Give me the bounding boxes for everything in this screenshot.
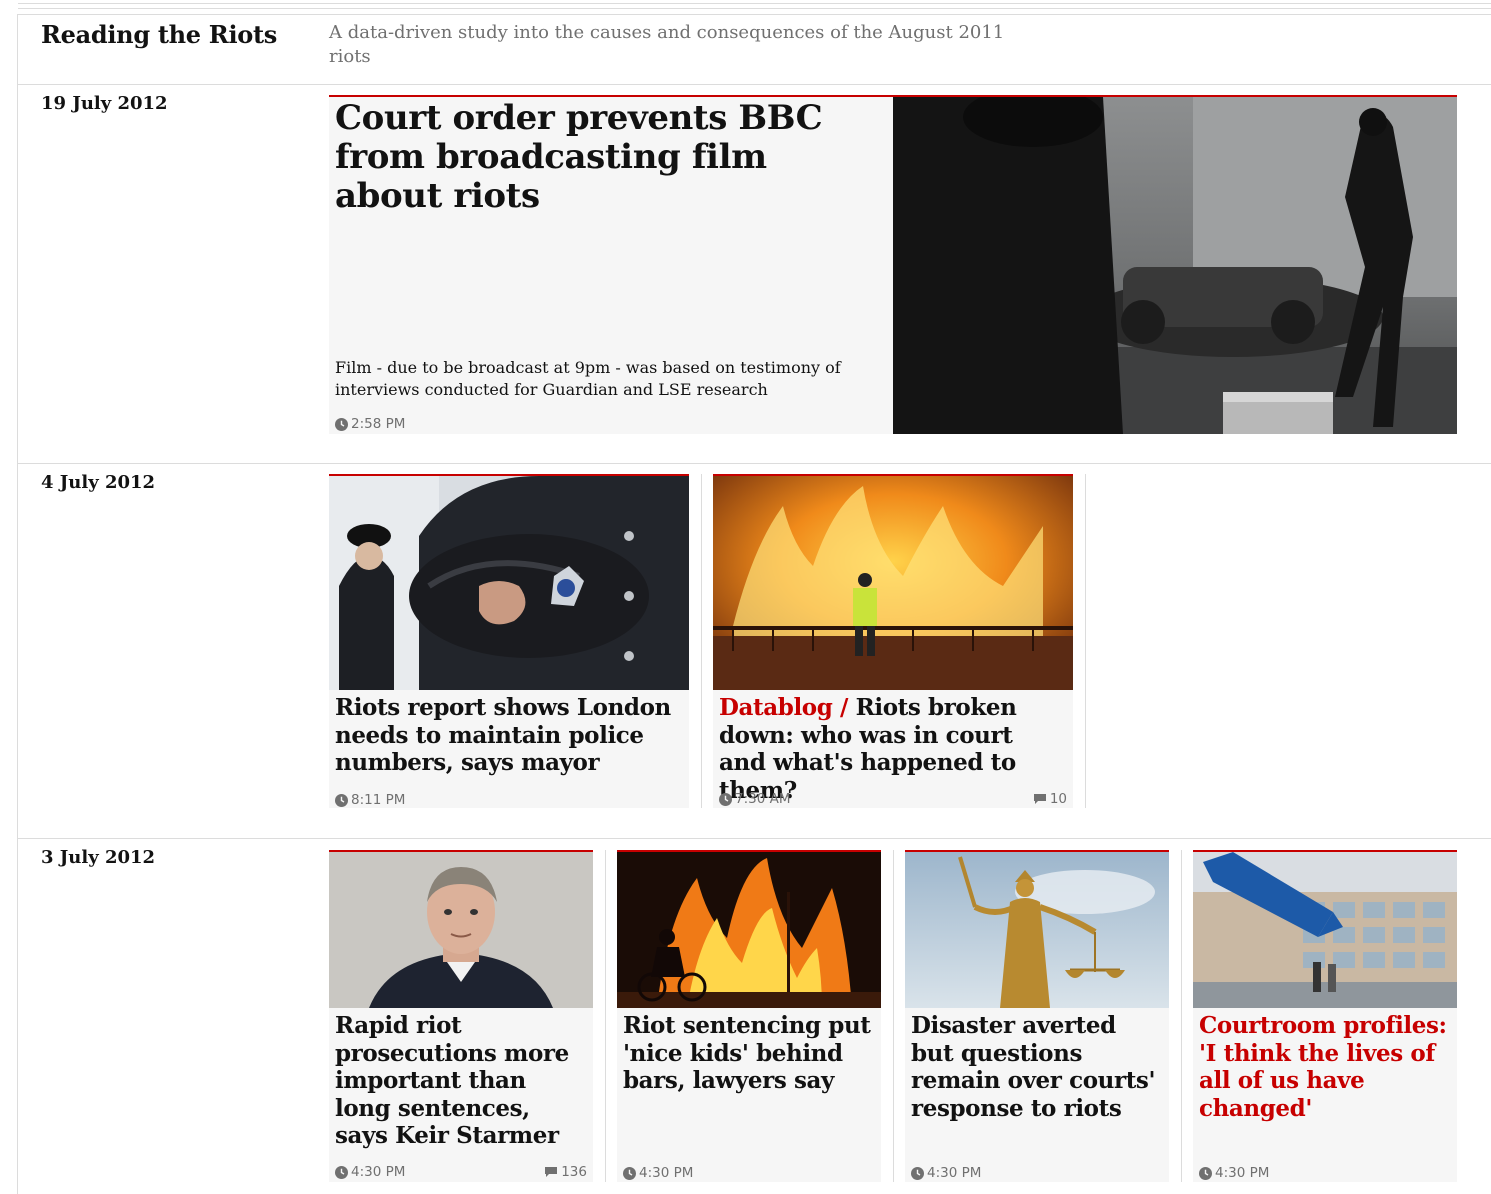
card-standfirst: Film - due to be broadcast at 9pm - was … xyxy=(335,358,841,399)
card-meta: 7:30 AM 10 xyxy=(719,791,1067,810)
card-riot-sentencing[interactable]: Riot sentencing put 'nice kids' behind b… xyxy=(617,850,881,1182)
magistrates-court-sign-photo xyxy=(1193,852,1457,1008)
column-divider xyxy=(701,474,702,808)
riot-police-burnt-car-photo xyxy=(893,97,1457,434)
card-headline[interactable]: Disaster averted but questions remain ov… xyxy=(911,1012,1161,1122)
card-headline[interactable]: Courtroom profiles: 'I think the lives o… xyxy=(1199,1012,1449,1122)
card-headline[interactable]: Court order prevents BBC from broadcasti… xyxy=(335,99,877,216)
column-divider xyxy=(1181,850,1182,1182)
clock-icon xyxy=(335,793,348,807)
card-time: 8:11 PM xyxy=(351,792,406,808)
divider xyxy=(18,463,1491,464)
column-divider xyxy=(1085,474,1086,808)
clock-icon xyxy=(335,417,348,431)
card-meta: 4:30 PM xyxy=(1199,1165,1451,1184)
keir-starmer-portrait-photo xyxy=(329,852,593,1008)
column-divider xyxy=(893,850,894,1182)
date-heading: 19 July 2012 xyxy=(41,93,168,114)
card-meta: 4:30 PM 136 xyxy=(335,1164,587,1183)
comment-count[interactable]: 10 xyxy=(1033,791,1067,807)
comment-count-value: 10 xyxy=(1049,791,1067,807)
clock-icon xyxy=(335,1165,348,1179)
card-headline[interactable]: Datablog / Riots broken down: who was in… xyxy=(719,694,1065,804)
clock-icon xyxy=(623,1166,636,1180)
card-headline[interactable]: Riots report shows London needs to maint… xyxy=(335,694,681,777)
card-meta: 4:30 PM xyxy=(623,1165,875,1184)
left-rule xyxy=(17,14,18,1194)
comment-icon xyxy=(545,1167,558,1177)
police-officer-hat-photo xyxy=(329,476,689,690)
comment-icon xyxy=(1033,794,1046,804)
clock-icon xyxy=(1199,1166,1212,1180)
card-meta: 2:58 PM xyxy=(335,416,1451,435)
column-divider xyxy=(605,850,606,1182)
card-time: 4:30 PM xyxy=(351,1164,406,1180)
top-rule xyxy=(18,0,1491,15)
card-time: 4:30 PM xyxy=(639,1165,694,1181)
card-headline[interactable]: Rapid riot prosecutions more important t… xyxy=(335,1012,585,1150)
series-title[interactable]: Reading the Riots xyxy=(41,20,277,49)
comment-count-value: 136 xyxy=(561,1164,587,1180)
card-riots-report[interactable]: Riots report shows London needs to maint… xyxy=(329,474,689,808)
fire-cyclist-photo xyxy=(617,852,881,1008)
card-time: 4:30 PM xyxy=(927,1165,982,1181)
divider xyxy=(18,838,1491,839)
card-rapid-riot-prosecutions[interactable]: Rapid riot prosecutions more important t… xyxy=(329,850,593,1182)
date-heading: 3 July 2012 xyxy=(41,847,156,868)
date-heading: 4 July 2012 xyxy=(41,472,156,493)
divider xyxy=(18,84,1491,85)
comment-count[interactable]: 136 xyxy=(544,1164,587,1180)
lady-justice-statue-photo xyxy=(905,852,1169,1008)
burning-building-firefighter-photo xyxy=(713,476,1073,690)
card-kicker[interactable]: Datablog / xyxy=(719,694,856,721)
card-meta: 8:11 PM xyxy=(335,792,683,811)
card-meta: 4:30 PM xyxy=(911,1165,1163,1184)
card-riots-broken-down[interactable]: Datablog / Riots broken down: who was in… xyxy=(713,474,1073,808)
card-disaster-averted[interactable]: Disaster averted but questions remain ov… xyxy=(905,850,1169,1182)
card-headline[interactable]: Riot sentencing put 'nice kids' behind b… xyxy=(623,1012,873,1095)
card-time: 2:58 PM xyxy=(351,416,406,432)
clock-icon xyxy=(911,1166,924,1180)
card-courtroom-profiles[interactable]: Courtroom profiles: 'I think the lives o… xyxy=(1193,850,1457,1182)
series-description: A data-driven study into the causes and … xyxy=(329,22,1005,67)
card-time: 7:30 AM xyxy=(735,791,791,807)
clock-icon xyxy=(719,792,732,806)
card-court-order[interactable]: Court order prevents BBC from broadcasti… xyxy=(329,95,1457,434)
card-time: 4:30 PM xyxy=(1215,1165,1270,1181)
